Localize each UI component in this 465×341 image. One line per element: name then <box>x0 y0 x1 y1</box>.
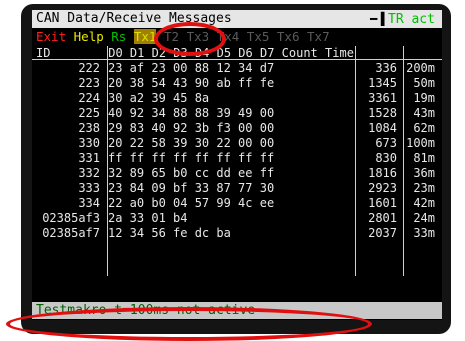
cell-data: ff ff ff ff ff ff ff ff <box>108 151 275 165</box>
cell-count: 673 <box>375 136 397 150</box>
cell-time: 42m <box>413 196 435 210</box>
cell-id: 224 <box>78 91 100 105</box>
table-row[interactable]: 223 20 38 54 43 90 ab ff fe 1345 50m <box>36 76 435 90</box>
cell-id: 333 <box>78 181 100 195</box>
cell-data: 23 84 09 bf 33 87 77 30 <box>108 181 275 195</box>
highlight-circle-status <box>6 307 372 341</box>
table-row[interactable]: 330 20 22 58 39 30 22 00 00 673 100m <box>36 136 435 150</box>
cell-time: 23m <box>413 181 435 195</box>
tab-tx1[interactable]: Tx1 <box>133 29 157 44</box>
tr-status-label: TR act <box>388 12 435 27</box>
cell-data: 22 a0 b0 04 57 99 4c ee <box>108 196 275 210</box>
menu-exit[interactable]: Exit <box>36 29 66 44</box>
cell-id: 331 <box>78 151 100 165</box>
cell-id: 332 <box>78 166 100 180</box>
cell-time: 100m <box>406 136 435 150</box>
table-row[interactable]: 224 30 a2 39 45 8a 3361 19m <box>36 91 435 105</box>
cell-id: 238 <box>78 121 100 135</box>
cell-data: 29 83 40 92 3b f3 00 00 <box>108 121 275 135</box>
cell-count: 1601 <box>368 196 397 210</box>
cell-count: 1084 <box>368 121 397 135</box>
cell-count: 1816 <box>368 166 397 180</box>
table-row[interactable]: 238 29 83 40 92 3b f3 00 00 1084 62m <box>36 121 435 135</box>
cell-time: 24m <box>413 211 435 225</box>
tab-tx5[interactable]: Tx5 <box>247 29 270 44</box>
cell-id: 334 <box>78 196 100 210</box>
table-row[interactable]: 225 40 92 34 88 88 39 49 00 1528 43m <box>36 106 435 120</box>
cell-id: 225 <box>78 106 100 120</box>
cell-data: 12 34 56 fe dc ba <box>108 226 231 240</box>
cell-time: 19m <box>413 91 435 105</box>
table-row[interactable]: 334 22 a0 b0 04 57 99 4c ee 1601 42m <box>36 196 435 210</box>
cell-count: 1345 <box>368 76 397 90</box>
tab-tx6[interactable]: Tx6 <box>277 29 300 44</box>
cell-data: 20 38 54 43 90 ab ff fe <box>108 76 275 90</box>
cell-time: 43m <box>413 106 435 120</box>
cell-id: 02385af7 <box>42 226 100 240</box>
cell-count: 830 <box>375 151 397 165</box>
cell-time: 81m <box>413 151 435 165</box>
cell-count: 3361 <box>368 91 397 105</box>
menu-help[interactable]: Help <box>74 29 104 44</box>
col-time: Time <box>325 46 354 60</box>
col-count: Count <box>281 46 318 60</box>
cell-id: 222 <box>78 61 100 75</box>
cell-data: 2a 33 01 b4 <box>108 211 188 225</box>
cell-time: 33m <box>413 226 435 240</box>
cell-count: 336 <box>375 61 397 75</box>
table-row[interactable]: 331 ff ff ff ff ff ff ff ff 830 81m <box>36 151 435 165</box>
header-divider <box>32 59 442 60</box>
title-bar: CAN Data/Receive Messages ━▐ TR act <box>32 10 442 28</box>
table-row[interactable]: 222 23 af 23 00 88 12 34 d7 336 200m <box>36 61 435 75</box>
tab-tx7[interactable]: Tx7 <box>307 29 330 44</box>
cell-count: 1528 <box>368 106 397 120</box>
cell-data: 40 92 34 88 88 39 49 00 <box>108 106 275 120</box>
cell-count: 2801 <box>368 211 397 225</box>
cell-time: 36m <box>413 166 435 180</box>
lcd-screen: CAN Data/Receive Messages ━▐ TR act Exit… <box>32 10 442 320</box>
cell-id: 02385af3 <box>42 211 100 225</box>
cell-data: 30 a2 39 45 8a <box>108 91 210 105</box>
cell-id: 330 <box>78 136 100 150</box>
cell-time: 62m <box>413 121 435 135</box>
col-id: ID <box>36 46 51 60</box>
table-row[interactable]: 333 23 84 09 bf 33 87 77 30 2923 23m <box>36 181 435 195</box>
table-row[interactable]: 02385af3 2a 33 01 b4 2801 24m <box>36 211 435 225</box>
plug-icon: ━▐ <box>370 12 385 26</box>
table-row[interactable]: 332 32 89 65 b0 cc dd ee ff 1816 36m <box>36 166 435 180</box>
cell-data: 23 af 23 00 88 12 34 d7 <box>108 61 275 75</box>
cell-time: 50m <box>413 76 435 90</box>
cell-data: 32 89 65 b0 cc dd ee ff <box>108 166 275 180</box>
cell-time: 200m <box>406 61 435 75</box>
cell-count: 2923 <box>368 181 397 195</box>
cell-count: 2037 <box>368 226 397 240</box>
cell-data: 20 22 58 39 30 22 00 00 <box>108 136 275 150</box>
table-row[interactable]: 02385af7 12 34 56 fe dc ba 2037 33m <box>36 226 435 240</box>
menu-rs[interactable]: Rs <box>111 29 126 44</box>
cell-id: 223 <box>78 76 100 90</box>
highlight-circle-tab <box>154 22 226 56</box>
